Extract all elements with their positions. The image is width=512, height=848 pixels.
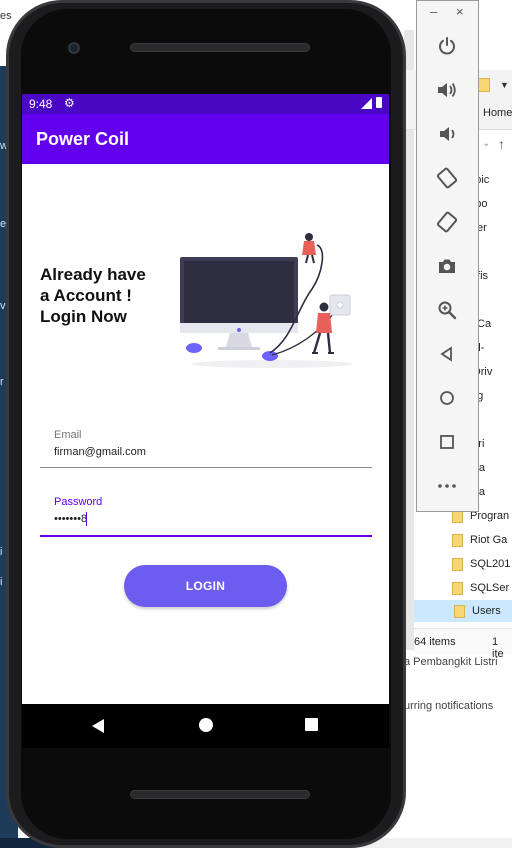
recent-apps-icon[interactable] [305, 718, 318, 731]
list-item[interactable]: SQL201 [452, 553, 512, 575]
back-icon[interactable] [92, 719, 104, 733]
password-field[interactable]: •••••••8 [54, 513, 87, 525]
more-icon [438, 484, 456, 488]
gear-icon: ⚙ [64, 96, 75, 110]
item-count: 64 items [414, 636, 456, 648]
back-button[interactable] [432, 339, 462, 369]
email-underline [40, 467, 372, 468]
volume-up-button[interactable] [432, 75, 462, 105]
home-icon[interactable] [199, 718, 213, 732]
home-icon [440, 391, 454, 405]
rotate-left-icon [436, 167, 458, 189]
folder-icon [478, 78, 490, 92]
volume-down-icon [440, 127, 455, 141]
up-arrow-icon[interactable]: ↑ [498, 136, 505, 152]
rotate-right-icon [436, 211, 458, 233]
minimize-icon[interactable]: – [430, 4, 437, 19]
zoom-icon [438, 301, 457, 320]
tab-home[interactable]: Home [483, 107, 512, 119]
home-button[interactable] [432, 383, 462, 413]
overview-button[interactable] [432, 427, 462, 457]
phone-screen: 9:48 ⚙ Power Coil Already have a Account… [22, 94, 389, 704]
app-bar: Power Coil [22, 114, 389, 164]
bottom-speaker [130, 790, 310, 799]
front-camera [68, 42, 80, 54]
desktop-text: i [0, 576, 3, 588]
power-button[interactable] [432, 31, 462, 61]
folder-icon [454, 604, 465, 618]
app-title: Power Coil [36, 129, 130, 149]
desktop-text: v [0, 300, 6, 312]
email-field[interactable]: firman@gmail.com [54, 446, 146, 458]
computer-illustration [180, 233, 352, 368]
login-button[interactable]: LOGIN [124, 565, 287, 607]
list-item[interactable]: SQLSer [452, 577, 512, 599]
password-label: Password [54, 496, 103, 508]
desktop-text: r [0, 376, 4, 388]
background-caption: a Pembangkit Listri [404, 656, 498, 668]
password-underline [40, 535, 372, 537]
folder-icon [452, 557, 463, 571]
back-icon [440, 346, 452, 362]
email-label: Email [54, 429, 82, 441]
volume-down-button[interactable] [432, 119, 462, 149]
camera-icon [439, 259, 455, 273]
desktop-top-text: es [0, 10, 12, 22]
more-button[interactable] [432, 471, 462, 501]
background-caption: urring notifications [404, 700, 494, 712]
screenshot-button[interactable] [432, 251, 462, 281]
chevron-down-icon[interactable]: ▼ [500, 80, 509, 90]
list-item[interactable]: Riot Ga [452, 529, 512, 551]
rotate-left-button[interactable] [432, 163, 462, 193]
status-bar: 9:48 ⚙ [22, 94, 389, 114]
rotate-right-button[interactable] [432, 207, 462, 237]
status-time: 9:48 [29, 97, 53, 111]
volume-up-icon [438, 82, 456, 98]
navigation-bar [22, 704, 389, 748]
power-icon [439, 37, 455, 55]
overview-icon [440, 435, 454, 449]
folder-icon [452, 533, 463, 547]
text-cursor [86, 512, 87, 526]
zoom-button[interactable] [432, 295, 462, 325]
desktop-text: i [0, 546, 3, 558]
close-icon[interactable]: × [456, 4, 464, 19]
battery-icon [376, 97, 382, 108]
chevron-down-icon[interactable]: ⌄ [482, 138, 490, 149]
folder-icon [452, 581, 463, 595]
earpiece-speaker [130, 43, 310, 52]
list-item-selected[interactable]: Users [414, 600, 512, 622]
login-headline: Already have a Account ! Login Now [40, 265, 146, 326]
signal-icon [361, 98, 372, 109]
